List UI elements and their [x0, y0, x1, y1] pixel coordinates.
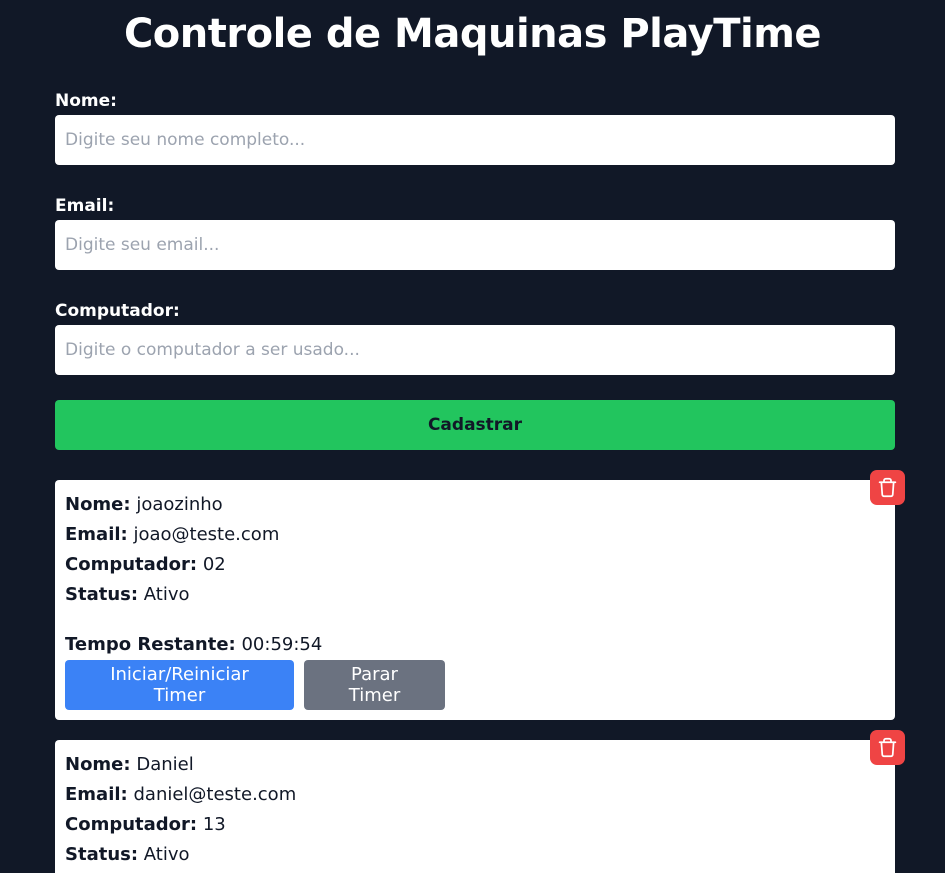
record-email: Email: joao@teste.com	[65, 520, 885, 550]
record-computer-value: 13	[202, 814, 226, 835]
computer-input[interactable]	[55, 325, 895, 375]
record-time-left: Tempo Restante: 00:59:54	[65, 630, 885, 660]
record-computer-value: 02	[202, 554, 226, 575]
email-input[interactable]	[55, 220, 895, 270]
delete-record-button[interactable]	[870, 470, 905, 505]
name-field-group: Nome:	[55, 88, 895, 193]
record-name-label: Nome:	[65, 754, 131, 775]
name-label: Nome:	[55, 91, 117, 111]
record-name-label: Nome:	[65, 494, 131, 515]
record-status-value: Ativo	[143, 584, 190, 605]
register-button[interactable]: Cadastrar	[55, 400, 895, 450]
trash-icon	[878, 737, 897, 758]
record-card: Nome: Daniel Email: daniel@teste.com Com…	[55, 730, 905, 873]
timer-controls: Iniciar/Reiniciar Timer Parar Timer	[65, 660, 885, 710]
name-input[interactable]	[55, 115, 895, 165]
record-name: Nome: Daniel	[65, 750, 885, 780]
record-email: Email: daniel@teste.com	[65, 780, 885, 810]
record-time-left-label: Tempo Restante:	[65, 634, 236, 655]
computer-label: Computador:	[55, 301, 180, 321]
record-computer: Computador: 13	[65, 810, 885, 840]
record-email-label: Email:	[65, 784, 128, 805]
record-email-label: Email:	[65, 524, 128, 545]
record-card: Nome: joaozinho Email: joao@teste.com Co…	[55, 470, 905, 720]
record-status-value: Ativo	[143, 844, 190, 865]
record-status: Status: Ativo	[65, 840, 885, 870]
stop-timer-button[interactable]: Parar Timer	[304, 660, 445, 710]
record-status-label: Status:	[65, 584, 139, 605]
email-field-group: Email:	[55, 193, 895, 298]
record-computer-label: Computador:	[65, 814, 198, 835]
start-timer-button[interactable]: Iniciar/Reiniciar Timer	[65, 660, 294, 710]
record-computer: Computador: 02	[65, 550, 885, 580]
record-status-label: Status:	[65, 844, 139, 865]
delete-record-button[interactable]	[870, 730, 905, 765]
computer-field-group: Computador:	[55, 298, 895, 403]
record-status: Status: Ativo	[65, 580, 885, 610]
record-name-value: Daniel	[136, 754, 194, 775]
record-email-value: joao@teste.com	[133, 524, 280, 545]
record-computer-label: Computador:	[65, 554, 198, 575]
record-name-value: joaozinho	[136, 494, 223, 515]
registration-form: Nome: Email: Computador:	[55, 88, 895, 403]
trash-icon	[878, 477, 897, 498]
record-time-left-value: 00:59:54	[241, 634, 323, 655]
page: Controle de Maquinas PlayTime Nome: Emai…	[0, 0, 945, 873]
record-name: Nome: joaozinho	[65, 490, 885, 520]
record-email-value: daniel@teste.com	[133, 784, 297, 805]
page-title: Controle de Maquinas PlayTime	[123, 11, 822, 57]
email-label: Email:	[55, 196, 115, 216]
